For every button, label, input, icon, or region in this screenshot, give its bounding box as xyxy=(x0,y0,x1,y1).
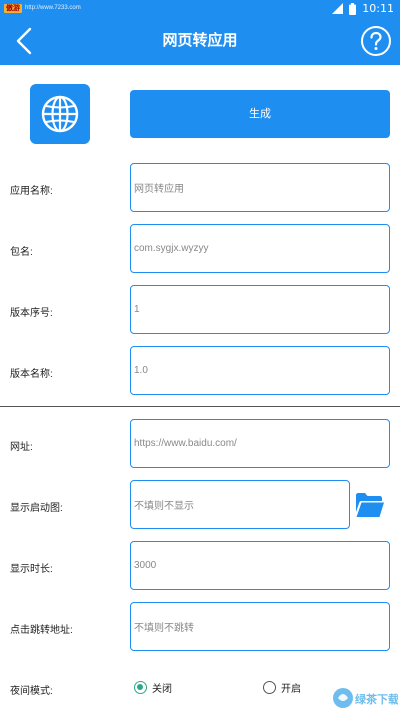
night-mode-on-label: 开启 xyxy=(281,684,301,695)
choose-splash-button[interactable] xyxy=(355,492,385,518)
help-circle-icon xyxy=(361,26,391,56)
signal-icon xyxy=(332,3,344,14)
status-bar-left: 傲游 http://www.7233.com xyxy=(4,3,81,13)
generate-button[interactable]: 生成 xyxy=(130,90,390,138)
page-title: 网页转应用 xyxy=(162,32,238,49)
status-badge: 傲游 xyxy=(4,3,22,13)
watermark-text: 绿茶下载 xyxy=(355,692,398,706)
night-mode-on-radio[interactable]: 开启 xyxy=(263,680,301,695)
url-value: https://www.baidu.com/ xyxy=(134,438,237,449)
globe-icon xyxy=(41,95,79,133)
splash-placeholder: 不填则不显示 xyxy=(134,501,194,512)
chevron-left-icon xyxy=(16,27,32,55)
app-name-label: 应用名称: xyxy=(10,186,53,197)
app-name-field[interactable]: 网页转应用 xyxy=(130,163,390,212)
splash-field[interactable]: 不填则不显示 xyxy=(130,480,350,529)
version-code-field[interactable]: 1 xyxy=(130,285,390,334)
app-name-value: 网页转应用 xyxy=(134,184,184,195)
radio-checked-icon xyxy=(134,681,147,694)
version-name-field[interactable]: 1.0 xyxy=(130,346,390,395)
url-label: 网址: xyxy=(10,442,33,453)
version-code-label: 版本序号: xyxy=(10,308,53,319)
night-mode-off-label: 关闭 xyxy=(152,684,172,695)
duration-field[interactable]: 3000 xyxy=(130,541,390,590)
back-button[interactable] xyxy=(8,25,40,57)
status-time: 10:11 xyxy=(362,2,394,15)
help-button[interactable] xyxy=(360,25,392,57)
package-field[interactable]: com.sygjx.wyzyy xyxy=(130,224,390,273)
package-value: com.sygjx.wyzyy xyxy=(134,243,209,254)
folder-open-icon xyxy=(356,493,384,517)
click-url-label: 点击跳转地址: xyxy=(10,625,73,636)
status-url: http://www.7233.com xyxy=(25,5,81,11)
splash-label: 显示启动图: xyxy=(10,503,63,514)
click-url-placeholder: 不填则不跳转 xyxy=(134,623,194,634)
radio-unchecked-icon xyxy=(263,681,276,694)
version-name-label: 版本名称: xyxy=(10,369,53,380)
package-label: 包名: xyxy=(10,247,33,258)
battery-icon xyxy=(349,2,357,15)
url-field[interactable]: https://www.baidu.com/ xyxy=(130,419,390,468)
status-bar-right: 10:11 xyxy=(332,2,394,15)
duration-value: 3000 xyxy=(134,560,157,571)
night-mode-off-radio[interactable]: 关闭 xyxy=(134,680,172,695)
status-bar: 傲游 http://www.7233.com 10:11 xyxy=(0,0,400,17)
duration-label: 显示时长: xyxy=(10,564,53,575)
version-code-value: 1 xyxy=(134,304,140,315)
app-bar: 网页转应用 xyxy=(0,17,400,65)
version-name-value: 1.0 xyxy=(134,365,148,376)
click-url-field[interactable]: 不填则不跳转 xyxy=(130,602,390,651)
watermark-logo: 绿茶下载 xyxy=(333,688,398,708)
app-icon-picker[interactable] xyxy=(30,84,90,144)
section-divider xyxy=(0,406,400,407)
night-mode-label: 夜间模式: xyxy=(10,686,53,697)
